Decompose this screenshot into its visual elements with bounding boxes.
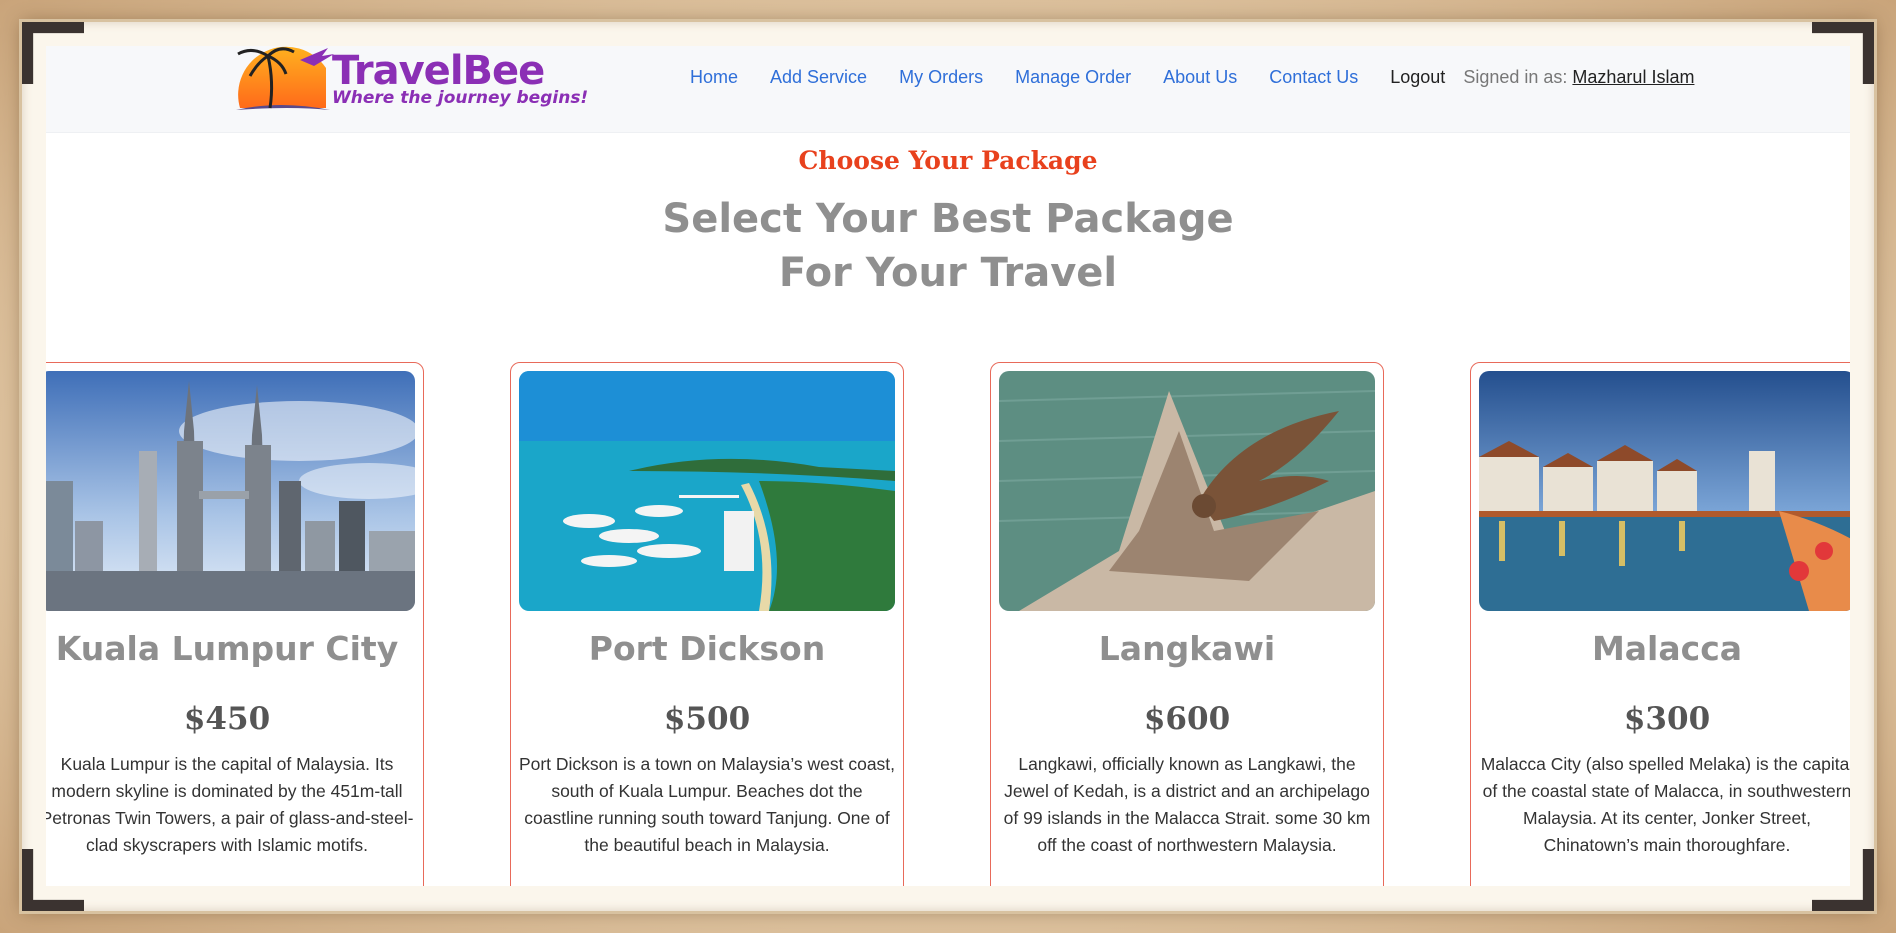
nav-manage-order[interactable]: Manage Order	[999, 67, 1147, 88]
package-price: $450	[183, 701, 271, 737]
nav-my-orders[interactable]: My Orders	[883, 67, 999, 88]
package-price: $500	[663, 701, 751, 737]
package-image-city-skyline	[46, 371, 415, 611]
package-description: Langkawi, officially known as Langkawi, …	[1003, 754, 1371, 855]
signed-in-text: Signed in as:	[1463, 66, 1568, 87]
top-navbar: TravelBee Where the journey begins! Home…	[46, 46, 1850, 133]
nav-menu: Home Add Service My Orders Manage Order …	[674, 57, 1694, 97]
package-description: Port Dickson is a town on Malaysia’s wes…	[518, 754, 896, 855]
section-title: Select Your Best Package For Your Travel	[46, 192, 1850, 300]
nav-contact-us[interactable]: Contact Us	[1253, 67, 1374, 88]
browser-viewport: TravelBee Where the journey begins! Home…	[46, 46, 1850, 886]
river-town-photo	[1479, 371, 1850, 611]
package-image-eagle-square	[999, 371, 1375, 611]
package-card: Kuala Lumpur City $450 Kuala Lumpur is t…	[46, 362, 424, 886]
package-card: Langkawi $600 Langkawi, officially known…	[990, 362, 1384, 886]
signed-in-user-link[interactable]: Mazharul Islam	[1572, 67, 1694, 87]
travelbee-logo[interactable]: TravelBee Where the journey begins!	[230, 46, 622, 118]
brand-tagline: Where the journey begins!	[332, 88, 589, 108]
signed-in-label: Signed in as: Mazharul Islam	[1461, 67, 1694, 88]
section-subtitle: Choose Your Package	[798, 146, 1098, 175]
package-title: Langkawi	[1098, 629, 1276, 668]
package-price: $600	[1143, 701, 1231, 737]
city-skyline-photo	[46, 371, 415, 611]
package-title: Port Dickson	[588, 629, 826, 668]
package-card: Malacca $300 Malacca City (also spelled …	[1470, 362, 1850, 886]
package-description: Malacca City (also spelled Melaka) is th…	[1480, 754, 1850, 855]
beach-resort-photo	[519, 371, 895, 611]
logout-button[interactable]: Logout	[1374, 67, 1461, 88]
nav-about-us[interactable]: About Us	[1147, 67, 1253, 88]
nav-add-service[interactable]: Add Service	[754, 67, 883, 88]
package-image-river-town	[1479, 371, 1850, 611]
package-description: Kuala Lumpur is the capital of Malaysia.…	[46, 754, 414, 855]
package-price: $300	[1623, 701, 1711, 737]
section-title-line-1: Select Your Best Package	[662, 196, 1234, 242]
package-title: Kuala Lumpur City	[55, 629, 399, 668]
package-title: Malacca	[1591, 629, 1743, 668]
package-image-beach-resort	[519, 371, 895, 611]
eagle-square-photo	[999, 371, 1375, 611]
package-card: Port Dickson $500 Port Dickson is a town…	[510, 362, 904, 886]
nav-home[interactable]: Home	[674, 67, 754, 88]
section-title-line-2: For Your Travel	[778, 250, 1118, 296]
